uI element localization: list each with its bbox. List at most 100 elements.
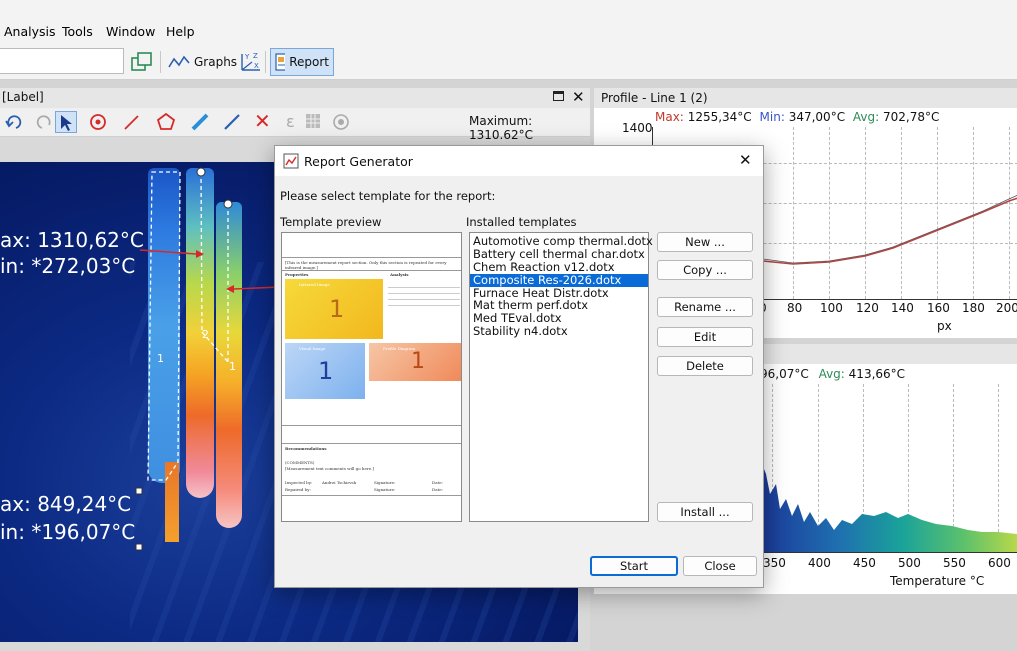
view-combo-input[interactable] [0, 48, 124, 74]
preview-profile-diagram: Profile Diagram 1 [369, 343, 461, 381]
histogram-x-tick: 550 [943, 556, 966, 570]
histogram-stats: 96,07°C Avg: 413,66°C [760, 367, 905, 381]
preview-analysis-table [388, 281, 460, 337]
profile-x-tick: 160 [927, 301, 950, 315]
svg-text:Z: Z [253, 52, 258, 60]
template-preview-label: Template preview [280, 215, 382, 229]
template-item[interactable]: Composite Res-2026.dotx [470, 273, 648, 287]
template-item[interactable]: Battery cell thermal char.dotx [470, 247, 648, 261]
installed-templates-list[interactable]: Automotive comp thermal.dotx Battery cell… [469, 232, 653, 522]
menu-tools[interactable]: Tools [62, 24, 93, 39]
lens-icon[interactable] [332, 113, 350, 131]
preview-date: Date: [432, 487, 443, 492]
svg-text:X: X [254, 62, 259, 70]
max-temp-label-1: ax: 1310,62°C [0, 228, 144, 252]
menu-help[interactable]: Help [166, 24, 195, 39]
preview-visual-image: Visual Image 1 [285, 343, 365, 399]
preview-date: Date: [432, 480, 443, 485]
report-label: Report [289, 55, 329, 69]
preview-num: 1 [318, 357, 334, 385]
report-button[interactable]: Report [270, 48, 334, 76]
preview-num: 1 [411, 349, 425, 374]
histogram-x-tick: 600 [988, 556, 1011, 570]
profile-stats: Max: 1255,34°C Min: 347,00°C Avg: 702,78… [655, 110, 939, 124]
profile-x-tick: 120 [856, 301, 879, 315]
preview-inspected-by: Inspected by: [285, 480, 313, 485]
preview-repaired-by: Repaired by: [285, 487, 311, 492]
toolbar-separator [160, 51, 161, 73]
profile-x-label: px [937, 319, 952, 333]
profile-avg-label: Avg: [852, 110, 880, 124]
pointer-tool-icon[interactable] [55, 111, 77, 133]
install-template-button[interactable]: Install ... [657, 502, 753, 522]
close-icon[interactable]: ✕ [572, 88, 585, 106]
preview-signature: Signature: [374, 487, 396, 492]
histogram-x-tick: 400 [808, 556, 831, 570]
profile-panel-header: Profile - Line 1 (2) [594, 88, 1017, 108]
new-template-button[interactable]: New ... [657, 232, 753, 252]
dialog-close-icon[interactable]: ✕ [739, 151, 752, 169]
image-panel-title: [Label] [2, 90, 44, 104]
rename-template-button[interactable]: Rename ... [657, 297, 753, 317]
pen-tool-icon[interactable] [222, 112, 242, 132]
delete-tool-icon[interactable]: ✕ [254, 109, 271, 133]
template-item[interactable]: Chem Reaction v12.dotx [470, 260, 648, 274]
edit-template-button[interactable]: Edit [657, 327, 753, 347]
image-panel-header: [Label] ✕ [0, 88, 590, 108]
report-icon [275, 53, 286, 71]
menu-bar: Analysis Tools Window Help [0, 0, 1017, 45]
histogram-x-tick: 450 [853, 556, 876, 570]
profile-x-tick: 80 [787, 301, 803, 315]
delete-template-button[interactable]: Delete [657, 356, 753, 376]
dialog-title: Report Generator [304, 154, 413, 169]
preview-infrared-image: Infrared Image 1 [285, 279, 383, 339]
preview-analysis: Analysis [390, 272, 409, 277]
graphs-button[interactable]: Graphs [164, 48, 241, 76]
maximize-icon[interactable] [553, 91, 564, 101]
annotation-toolbar: ✕ ε Maximum: 1310.62°C [0, 108, 590, 142]
menu-window[interactable]: Window [106, 24, 155, 39]
copy-image-icon[interactable] [126, 48, 158, 76]
graph-icon [168, 55, 190, 68]
profile-avg-value: 702,78°C [883, 110, 940, 124]
template-preview: [This is the measurement report section.… [281, 232, 462, 522]
svg-text:Y: Y [244, 53, 250, 61]
preview-intro: [This is the measurement report section.… [285, 260, 447, 270]
histogram-avg-label: Avg: [818, 367, 845, 381]
preview-comments-note: [Measurement text comments will go here.… [285, 466, 374, 471]
dialog-title-bar: Report Generator ✕ [275, 146, 763, 176]
roi-label-2: 2 [202, 328, 209, 341]
template-item[interactable]: Automotive comp thermal.dotx [470, 235, 653, 248]
preview-num: 1 [329, 295, 345, 323]
close-button[interactable]: Close [683, 556, 757, 576]
profile-min-label: Min: [759, 110, 785, 124]
preview-infrared-label: Infrared Image [299, 282, 330, 287]
dialog-prompt: Please select template for the report: [280, 189, 496, 203]
profile-x-tick: 200 [996, 301, 1017, 315]
preview-visual-label: Visual Image [299, 346, 326, 351]
preview-comments: (COMMENTS) [285, 460, 315, 465]
menu-analysis[interactable]: Analysis [4, 24, 56, 39]
copy-template-button[interactable]: Copy ... [657, 260, 753, 280]
polygon-tool-icon[interactable] [156, 112, 176, 132]
toolbar: Graphs YZX Report [0, 45, 1017, 80]
preview-inspector: Andrei Tschirvsk [322, 480, 357, 485]
preview-properties: Properties [285, 272, 309, 277]
profile-max-label: Max: [655, 110, 684, 124]
epsilon-icon[interactable]: ε [286, 112, 295, 131]
min-temp-label-1: in: *272,03°C [0, 254, 136, 278]
line-tool-icon[interactable] [122, 113, 142, 131]
maximum-readout: Maximum: 1310.62°C [469, 114, 534, 142]
spot-tool-icon[interactable] [89, 113, 109, 131]
start-button[interactable]: Start [590, 556, 678, 576]
undo-redo-icons[interactable] [4, 112, 54, 132]
preview-signature: Signature: [374, 480, 396, 485]
profile-y-top: 1400 [622, 121, 653, 135]
profile-min-value: 347,00°C [788, 110, 846, 124]
ruler-tool-icon[interactable] [190, 112, 210, 132]
grid-icon[interactable] [305, 113, 321, 129]
template-item[interactable]: Stability n4.dotx [470, 325, 648, 338]
graphs-label: Graphs [194, 55, 238, 69]
max-temp-label-2: ax: 849,24°C [0, 492, 132, 516]
axis-3d-icon[interactable]: YZX [234, 48, 268, 76]
